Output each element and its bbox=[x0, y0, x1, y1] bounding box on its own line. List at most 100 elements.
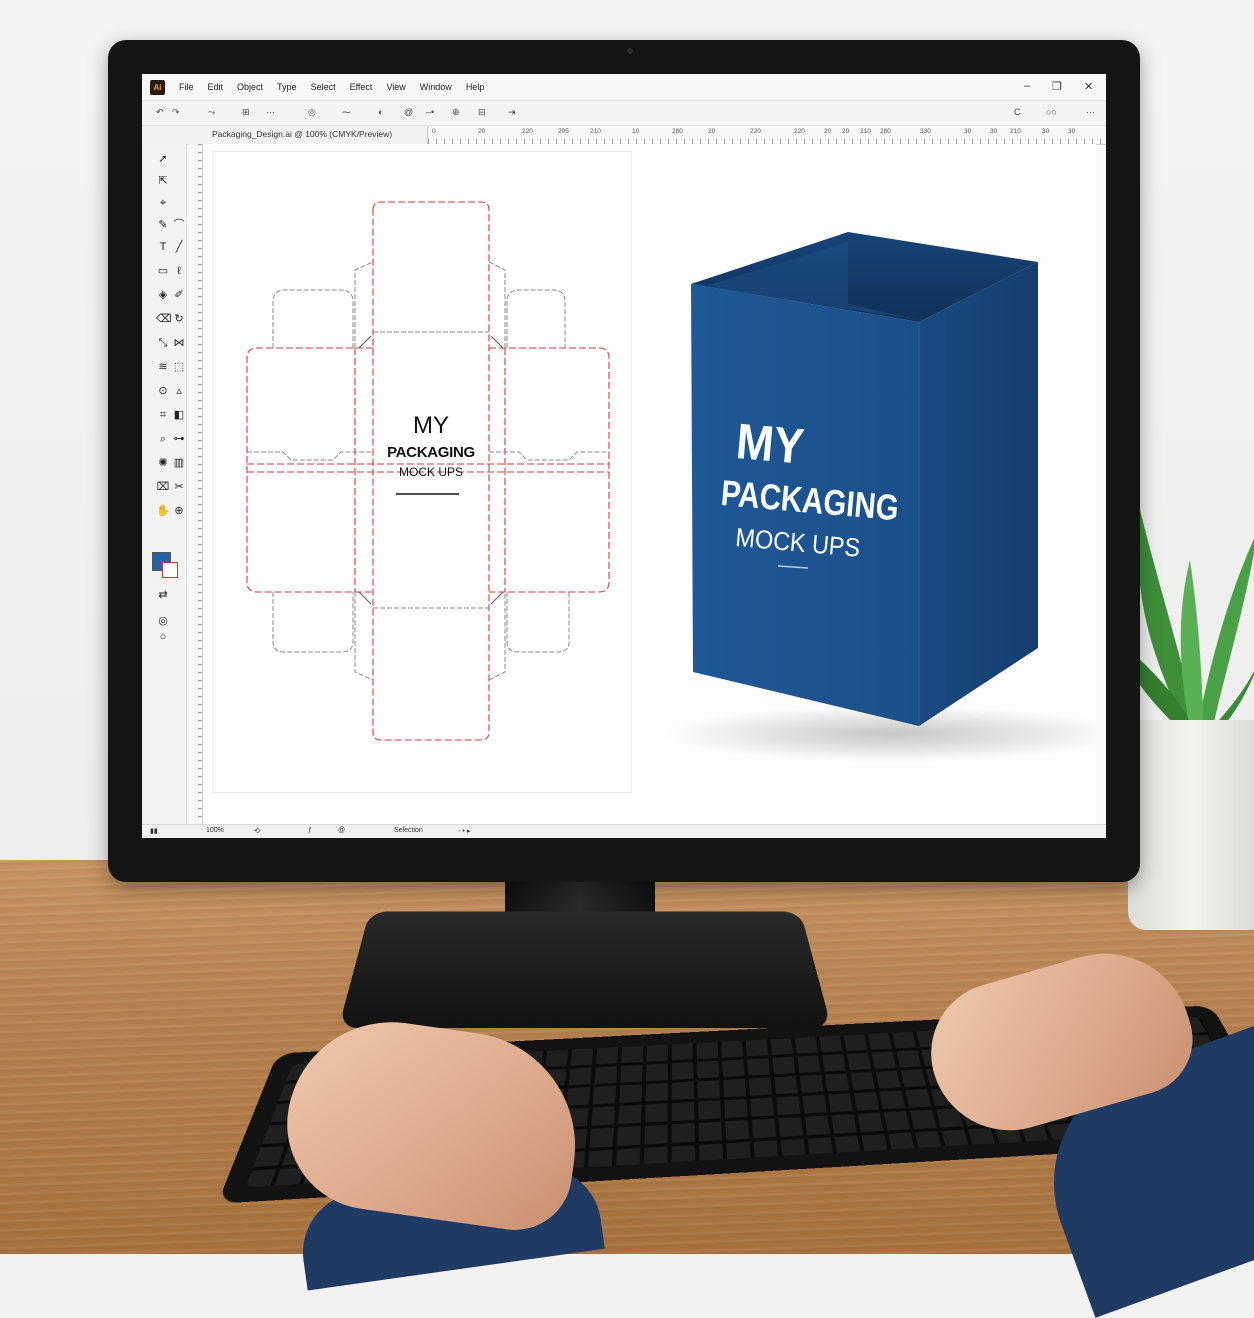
menu-bar: Ai File Edit Object Type Select Effect V… bbox=[142, 74, 1106, 101]
ruler-tick: 280 bbox=[672, 128, 683, 135]
undo-icon[interactable]: ↶ bbox=[156, 107, 164, 118]
ruler-tick: 220 bbox=[794, 128, 805, 135]
warp-tool-icon[interactable]: ≋ bbox=[156, 360, 170, 374]
ruler-tick: 220 bbox=[522, 128, 533, 135]
shaper-tool-icon[interactable]: ◈ bbox=[156, 288, 170, 302]
mockup-title-my: MY bbox=[734, 412, 807, 475]
vertical-ruler bbox=[188, 144, 203, 824]
distribute-icon[interactable]: ⇥ bbox=[508, 107, 516, 118]
width-tool-icon[interactable]: ⋈ bbox=[172, 336, 186, 350]
pencil-tool-icon[interactable]: ✐ bbox=[172, 288, 186, 302]
packaging-mockup-box[interactable] bbox=[203, 144, 1096, 824]
artboard-tool-icon[interactable]: ⌧ bbox=[156, 480, 170, 494]
ruler-tick: 220 bbox=[750, 128, 761, 135]
monitor-screen: Ai File Edit Object Type Select Effect V… bbox=[142, 74, 1106, 838]
webcam-icon bbox=[627, 48, 633, 54]
ruler-tick: 20 bbox=[708, 128, 716, 135]
transform-icon[interactable]: ◎ bbox=[308, 107, 316, 118]
app-logo[interactable]: Ai bbox=[150, 79, 165, 95]
minimize-button[interactable]: – bbox=[1024, 80, 1030, 92]
ruler-tick: 30 bbox=[1068, 128, 1076, 135]
eyedropper-tool-icon[interactable]: ⌕ bbox=[156, 432, 170, 446]
view-options-icon[interactable]: ○○ bbox=[1046, 107, 1057, 117]
opacity-icon[interactable]: ◐ bbox=[378, 107, 383, 117]
swap-colors-icon[interactable]: ⇄ bbox=[156, 588, 170, 602]
menu-edit[interactable]: Edit bbox=[208, 82, 224, 92]
stroke-options-icon[interactable]: ⋯ bbox=[266, 107, 275, 118]
stroke-color-swatch[interactable] bbox=[162, 562, 178, 578]
menu-effect[interactable]: Effect bbox=[350, 82, 373, 92]
graphic-style-icon[interactable]: ⊕ bbox=[452, 107, 460, 118]
mesh-tool-icon[interactable]: ⌗ bbox=[156, 408, 170, 422]
graph-tool-icon[interactable]: ▥ bbox=[172, 456, 186, 470]
stroke-weight-icon[interactable]: –• bbox=[426, 107, 434, 117]
align-icon[interactable]: ⊞ bbox=[242, 107, 250, 118]
symbol-sprayer-tool-icon[interactable]: ✺ bbox=[156, 456, 170, 470]
menu-help[interactable]: Help bbox=[466, 82, 485, 92]
zoom-tool-icon[interactable]: ⊕ bbox=[172, 504, 186, 518]
brush-icon[interactable]: ⁓ bbox=[342, 107, 351, 118]
ruler-tick: 0 bbox=[432, 128, 436, 135]
pen-tool-icon[interactable]: ✎ bbox=[156, 218, 170, 232]
shape-builder-tool-icon[interactable]: ⊙ bbox=[156, 384, 170, 398]
document-tab[interactable]: Packaging_Design.ai @ 100% (CMYK/Preview… bbox=[212, 129, 392, 139]
menu-view[interactable]: View bbox=[386, 82, 405, 92]
slice-tool-icon[interactable]: ✂ bbox=[172, 480, 186, 494]
zoom-level[interactable]: 100% bbox=[206, 827, 224, 834]
plant-pot bbox=[1128, 720, 1254, 930]
menu-select[interactable]: Select bbox=[311, 82, 336, 92]
ruler-tick: 30 bbox=[1042, 128, 1050, 135]
recolor-icon[interactable]: @ bbox=[404, 107, 413, 117]
ruler-tick: 20 bbox=[842, 128, 850, 135]
ruler-tick: 205 bbox=[558, 128, 569, 135]
menu-object[interactable]: Object bbox=[237, 82, 263, 92]
menu-file[interactable]: File bbox=[179, 82, 194, 92]
monitor-stand bbox=[338, 911, 832, 1029]
restore-button[interactable]: ❐ bbox=[1052, 80, 1062, 93]
direct-select-icon[interactable]: ⤳ bbox=[208, 107, 215, 118]
artboard-options-icon[interactable]: @ bbox=[338, 827, 345, 834]
direct-selection-tool-icon[interactable]: ⇱ bbox=[156, 174, 170, 188]
paintbrush-tool-icon[interactable]: ℓ bbox=[172, 264, 186, 278]
ruler-tick: 210 bbox=[860, 128, 871, 135]
control-bar: ↶ ↷ ⤳ ⊞ ⋯ ◎ ⁓ ◐ @ –• ⊕ ⊟ ⇥ C ○○ ⋯ bbox=[142, 101, 1106, 126]
perspective-grid-tool-icon[interactable]: ▵ bbox=[172, 384, 186, 398]
menu-window[interactable]: Window bbox=[420, 82, 452, 92]
more-options-icon[interactable]: ⋯ bbox=[1086, 107, 1095, 118]
rotate-tool-icon[interactable]: ↻ bbox=[172, 312, 186, 326]
ruler-tick: 10 bbox=[632, 128, 640, 135]
plant-leaves-icon bbox=[1120, 510, 1254, 742]
drawing-mode-icon[interactable]: ◎ bbox=[156, 614, 170, 628]
hand-tool-icon[interactable]: ✋ bbox=[156, 504, 170, 518]
gradient-tool-icon[interactable]: ◧ bbox=[172, 408, 186, 422]
artboard-nav-icon[interactable]: ƒ bbox=[308, 827, 312, 834]
screen-mode-icon[interactable]: ○ bbox=[156, 630, 170, 644]
curvature-tool-icon[interactable]: ⌒ bbox=[172, 218, 186, 232]
align-objects-icon[interactable]: ⊟ bbox=[478, 107, 486, 118]
canvas-area[interactable]: MY PACKAGING MOCK UPS MY PACKAGING MOCK … bbox=[203, 144, 1096, 824]
selection-tool-icon[interactable]: ➚ bbox=[156, 152, 170, 166]
type-tool-icon[interactable]: T bbox=[156, 240, 170, 254]
status-bar: ▮▮ 100% ⟲ ƒ @ Selection ◦ • ▸ bbox=[142, 824, 1106, 838]
menu-type[interactable]: Type bbox=[277, 82, 297, 92]
eraser-tool-icon[interactable]: ⌫ bbox=[156, 312, 172, 326]
rectangle-tool-icon[interactable]: ▭ bbox=[156, 264, 170, 278]
arrange-icon[interactable]: C bbox=[1014, 107, 1021, 117]
scale-tool-icon[interactable]: ⤡ bbox=[156, 336, 170, 350]
redo-icon[interactable]: ↷ bbox=[172, 107, 180, 118]
free-transform-tool-icon[interactable]: ⬚ bbox=[172, 360, 186, 374]
horizontal-ruler: 0 20 220 205 210 10 280 20 220 220 20 20… bbox=[427, 126, 1106, 145]
status-arrows-icon[interactable]: ◦ • ▸ bbox=[458, 827, 470, 835]
blend-tool-icon[interactable]: ⊶ bbox=[172, 432, 186, 446]
ruler-tick: 330 bbox=[920, 128, 931, 135]
ruler-tick: 210 bbox=[590, 128, 601, 135]
close-button[interactable]: ✕ bbox=[1084, 80, 1093, 93]
current-tool-status: Selection bbox=[394, 827, 423, 834]
magic-wand-tool-icon[interactable]: ⌖ bbox=[156, 196, 170, 210]
ruler-tick: 20 bbox=[478, 128, 486, 135]
ruler-tick: 30 bbox=[990, 128, 998, 135]
artboard-navigator-icon[interactable]: ▮▮ bbox=[150, 827, 158, 835]
ruler-tick: 210 bbox=[1010, 128, 1021, 135]
line-tool-icon[interactable]: ╱ bbox=[172, 240, 186, 254]
rotate-view-icon[interactable]: ⟲ bbox=[254, 827, 260, 835]
